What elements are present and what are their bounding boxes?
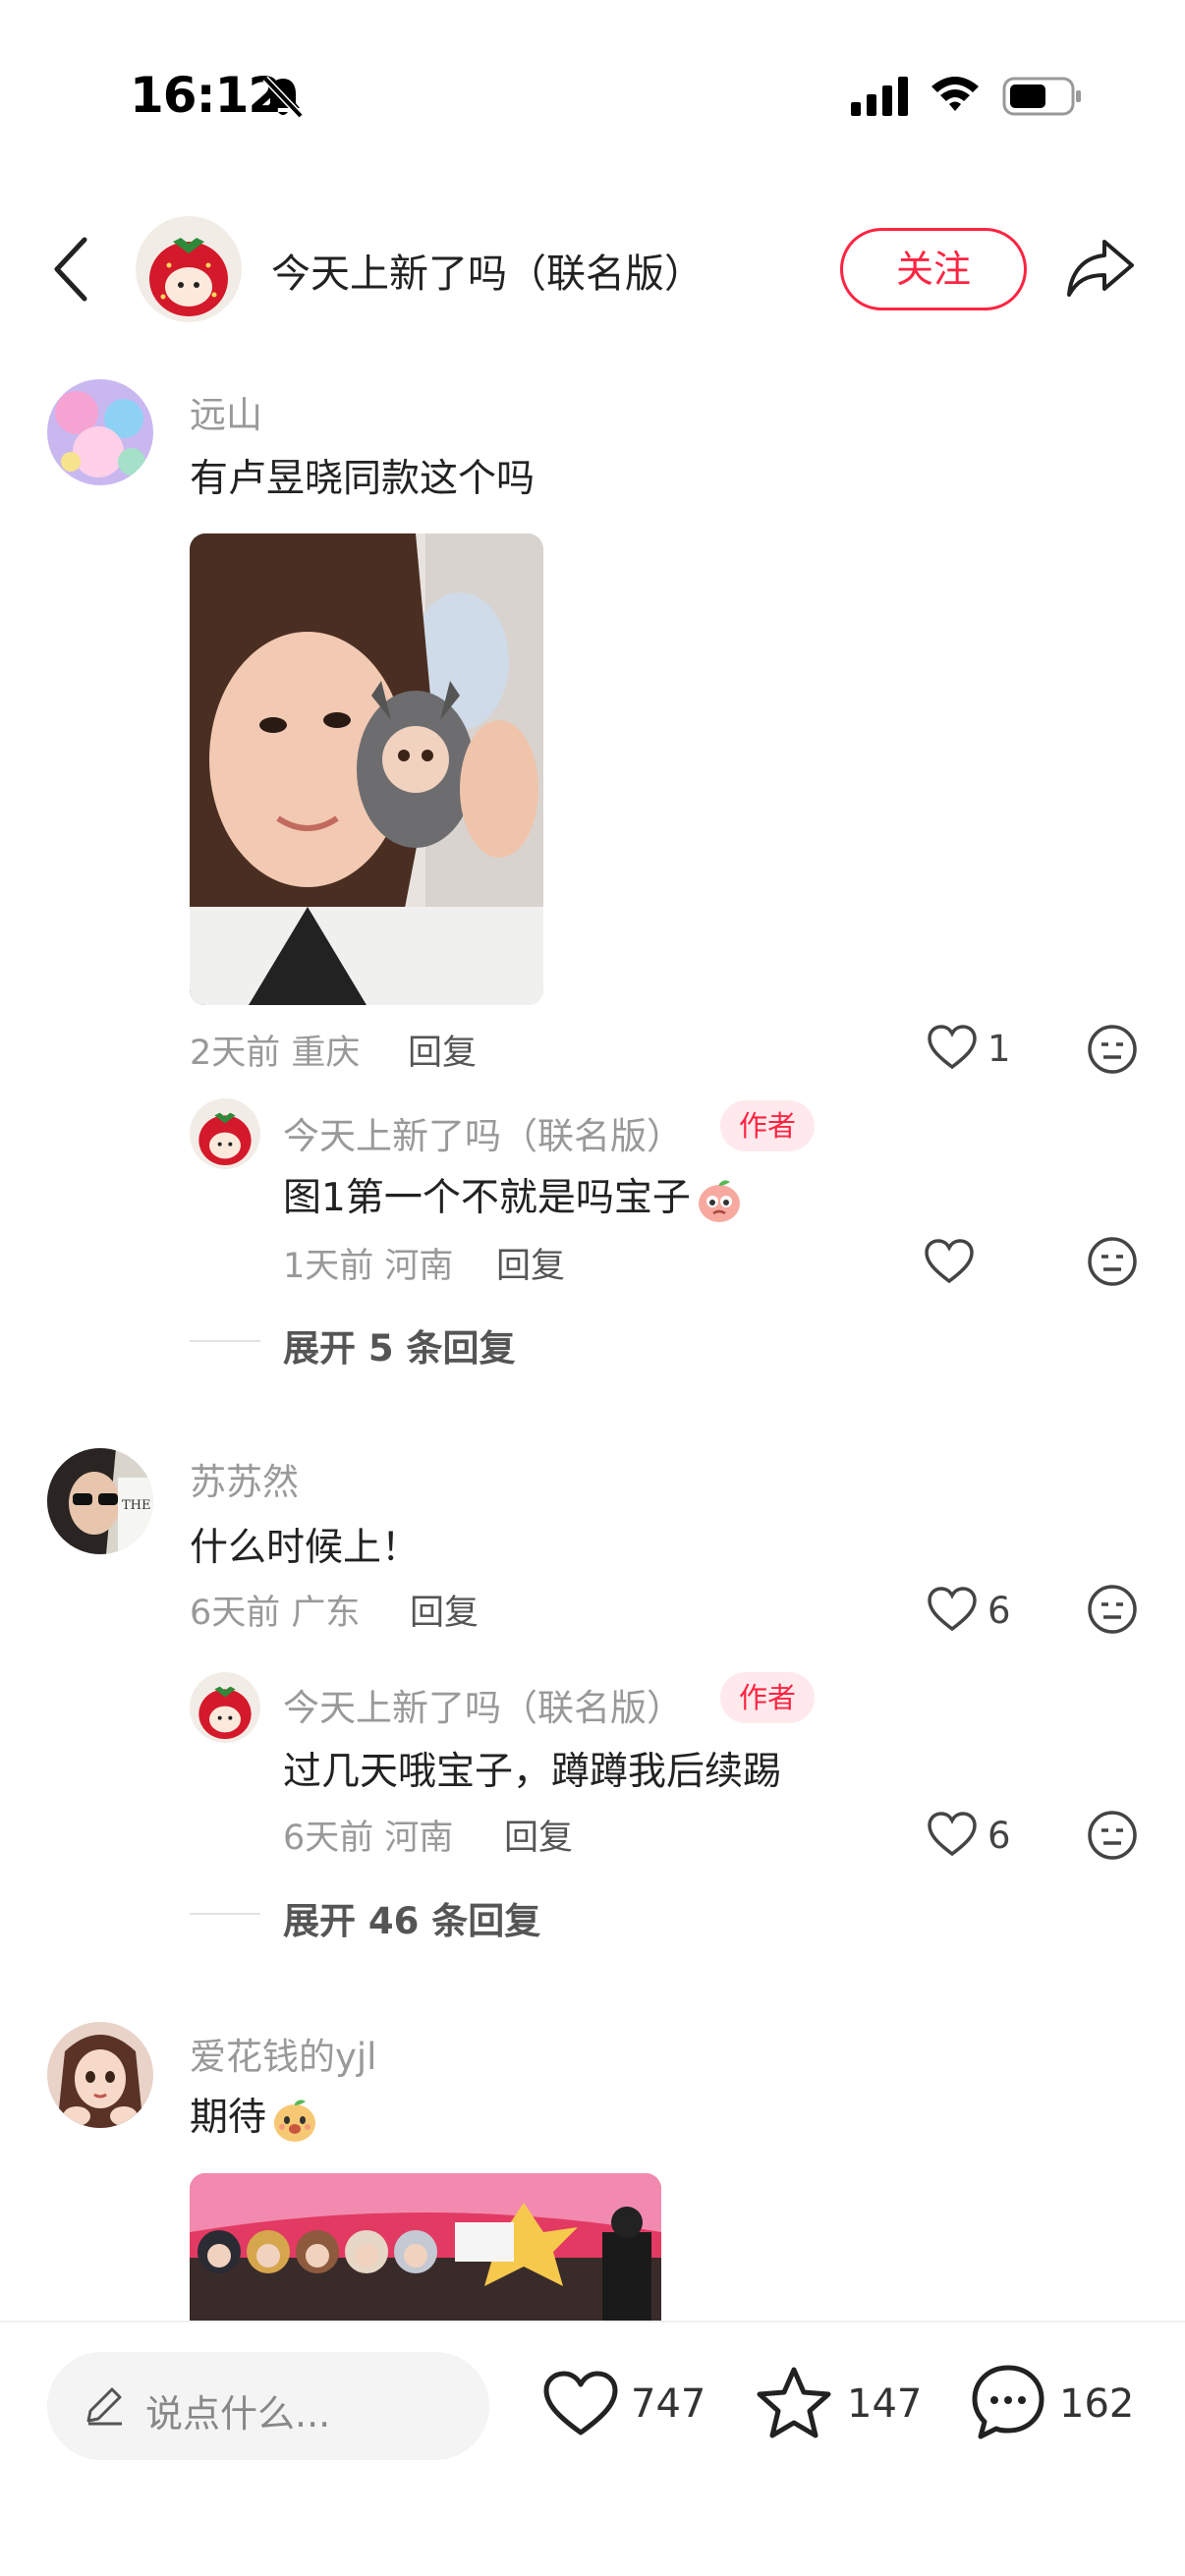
crying-peach-emoji-icon xyxy=(698,1179,740,1222)
reply-text-content: 图1第一个不就是吗宝子 xyxy=(283,1176,691,1220)
divider xyxy=(190,1913,260,1915)
comment-text: 期待 xyxy=(190,2087,319,2145)
unhappy-face-icon[interactable] xyxy=(1087,1236,1138,1287)
strawberry-doll-image xyxy=(136,216,242,322)
comment-total: 162 xyxy=(1059,2381,1135,2427)
divider xyxy=(190,1340,260,1342)
heart-icon[interactable] xyxy=(927,1811,978,1858)
commenter-avatar[interactable]: THE xyxy=(47,1448,153,1554)
like-heart-icon[interactable] xyxy=(542,2370,619,2438)
like-total: 747 xyxy=(631,2381,706,2427)
reply-text: 图1第一个不就是吗宝子 xyxy=(283,1167,744,1225)
avatar-image xyxy=(47,379,153,485)
author-avatar-small[interactable] xyxy=(190,1098,260,1169)
avatar-image xyxy=(47,2022,153,2128)
reply-button[interactable]: 回复 xyxy=(408,1025,477,1075)
author-avatar-small[interactable] xyxy=(190,1672,260,1743)
reply-button[interactable]: 回复 xyxy=(410,1585,479,1635)
heart-icon[interactable] xyxy=(924,1238,975,1285)
commenter-username[interactable]: 远山 xyxy=(190,385,262,438)
svg-text:THE: THE xyxy=(122,1498,151,1513)
share-icon[interactable] xyxy=(1065,236,1136,301)
screen: 16:12 今天上新了吗（联名版） 关注 远山 有卢昱晓同款这个吗 2天前 重庆… xyxy=(0,0,1185,2576)
comment-time-location: 6天前 广东 xyxy=(190,1594,361,1633)
comment-text: 有卢昱晓同款这个吗 xyxy=(190,457,536,501)
commenter-avatar[interactable] xyxy=(47,2022,153,2128)
comment-input[interactable]: 说点什么... xyxy=(47,2352,489,2460)
commenter-username[interactable]: 爱花钱的yjl xyxy=(190,2027,376,2080)
status-bar: 16:12 xyxy=(0,0,1185,187)
strawberry-doll-image xyxy=(190,1672,260,1743)
commenter-username[interactable]: 苏苏然 xyxy=(190,1452,299,1505)
reply-button[interactable]: 回复 xyxy=(496,1238,565,1288)
reply-username[interactable]: 今天上新了吗（联名版） xyxy=(283,1106,683,1159)
bell-muted-icon xyxy=(262,76,304,119)
avatar-image: THE xyxy=(47,1448,153,1554)
like-count: 1 xyxy=(988,1028,1011,1070)
pencil-icon xyxy=(86,2387,122,2426)
reply-username[interactable]: 今天上新了吗（联名版） xyxy=(283,1678,683,1731)
reply-text: 过几天哦宝子，蹲蹲我后续踢 xyxy=(283,1750,782,1794)
commenter-avatar[interactable] xyxy=(47,379,153,485)
star-icon[interactable] xyxy=(755,2366,833,2440)
author-badge: 作者 xyxy=(720,1100,815,1151)
comment-image[interactable] xyxy=(190,533,543,1005)
comment-text: 什么时候上！ xyxy=(190,1526,421,1570)
comment-text-content: 期待 xyxy=(190,2096,267,2140)
reply-button[interactable]: 回复 xyxy=(504,1810,573,1860)
comment-time-location: 2天前 重庆 xyxy=(190,1034,361,1073)
comment-input-placeholder: 说点什么... xyxy=(145,2392,331,2436)
store-display-image xyxy=(190,2173,661,2321)
unhappy-face-icon[interactable] xyxy=(1087,1810,1138,1861)
expand-replies-button[interactable]: 展开 46 条回复 xyxy=(283,1891,540,1944)
bottom-bar: 说点什么... 747 147 162 xyxy=(0,2321,1185,2576)
like-count: 6 xyxy=(988,1590,1011,1632)
comment-image[interactable] xyxy=(190,2173,661,2321)
strawberry-doll-image xyxy=(190,1098,260,1169)
wifi-icon xyxy=(931,77,979,111)
unhappy-face-icon[interactable] xyxy=(1087,1024,1138,1075)
unhappy-face-icon[interactable] xyxy=(1087,1584,1138,1635)
author-avatar[interactable] xyxy=(136,216,242,322)
reply-time-location: 1天前 河南 xyxy=(283,1247,454,1286)
reply-time-location: 6天前 河南 xyxy=(283,1819,454,1858)
happy-peach-emoji-icon xyxy=(274,2099,316,2142)
page-title: 今天上新了吗（联名版） xyxy=(271,252,704,297)
star-total: 147 xyxy=(847,2381,923,2427)
heart-icon[interactable] xyxy=(927,1586,978,1633)
heart-icon[interactable] xyxy=(927,1024,978,1071)
battery-icon xyxy=(1002,77,1081,116)
comment-bubble-icon[interactable] xyxy=(971,2364,1045,2440)
follow-button[interactable]: 关注 xyxy=(840,228,1027,310)
like-count: 6 xyxy=(988,1815,1011,1857)
author-badge: 作者 xyxy=(720,1672,815,1723)
expand-replies-button[interactable]: 展开 5 条回复 xyxy=(283,1318,516,1372)
cellular-signal-icon xyxy=(851,77,908,116)
header: 今天上新了吗（联名版） 关注 xyxy=(0,206,1185,334)
selfie-with-doll-image xyxy=(190,533,543,1005)
back-arrow-icon[interactable] xyxy=(51,236,90,303)
status-time: 16:12 xyxy=(130,67,282,124)
